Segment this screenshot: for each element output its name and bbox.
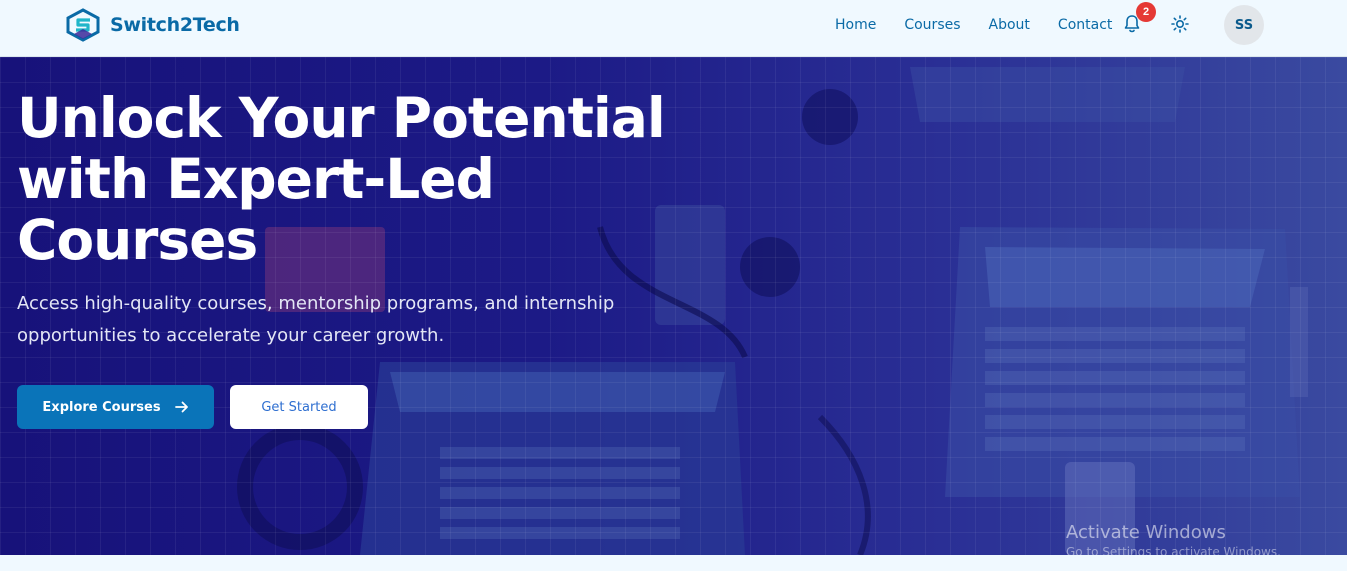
brand-name: Switch2Tech (110, 14, 240, 36)
hero-subtitle: Access high-quality courses, mentorship … (17, 288, 657, 352)
arrow-right-icon (174, 401, 188, 413)
hero-section: Unlock Your Potential with Expert-Led Co… (0, 57, 1347, 555)
nav-courses-link[interactable]: Courses (904, 17, 960, 33)
hero-title: Unlock Your Potential with Expert-Led Co… (17, 88, 697, 271)
hero-subtitle-line-2: opportunities to accelerate your career … (17, 325, 445, 346)
brand-logo[interactable]: Switch2Tech (64, 8, 240, 42)
top-navbar: Switch2Tech Home Courses About Contact 2… (0, 0, 1347, 57)
watermark-title: Activate Windows (1066, 522, 1226, 543)
explore-courses-button[interactable]: Explore Courses (17, 385, 214, 429)
hero-subtitle-line-1: Access high-quality courses, mentorship … (17, 293, 615, 314)
windows-activation-watermark: Activate Windows Go to Settings to activ… (1066, 522, 1281, 555)
watermark-subtitle: Go to Settings to activate Windows. (1066, 545, 1281, 555)
main-nav: Home Courses About Contact (835, 0, 1112, 49)
sun-icon[interactable] (1171, 15, 1189, 33)
get-started-button[interactable]: Get Started (230, 385, 368, 429)
page-bottom-strip (0, 555, 1347, 571)
nav-home-link[interactable]: Home (835, 17, 876, 33)
nav-about-link[interactable]: About (989, 17, 1030, 33)
notification-badge: 2 (1136, 2, 1156, 22)
hero-title-line-3: Courses (17, 208, 258, 272)
hero-title-line-2: with Expert-Led (17, 147, 495, 211)
explore-courses-label: Explore Courses (42, 399, 161, 415)
nav-contact-link[interactable]: Contact (1058, 17, 1112, 33)
hero-title-line-1: Unlock Your Potential (17, 86, 666, 150)
user-avatar[interactable]: SS (1224, 5, 1264, 45)
logo-s-hexagon-icon (66, 8, 100, 42)
